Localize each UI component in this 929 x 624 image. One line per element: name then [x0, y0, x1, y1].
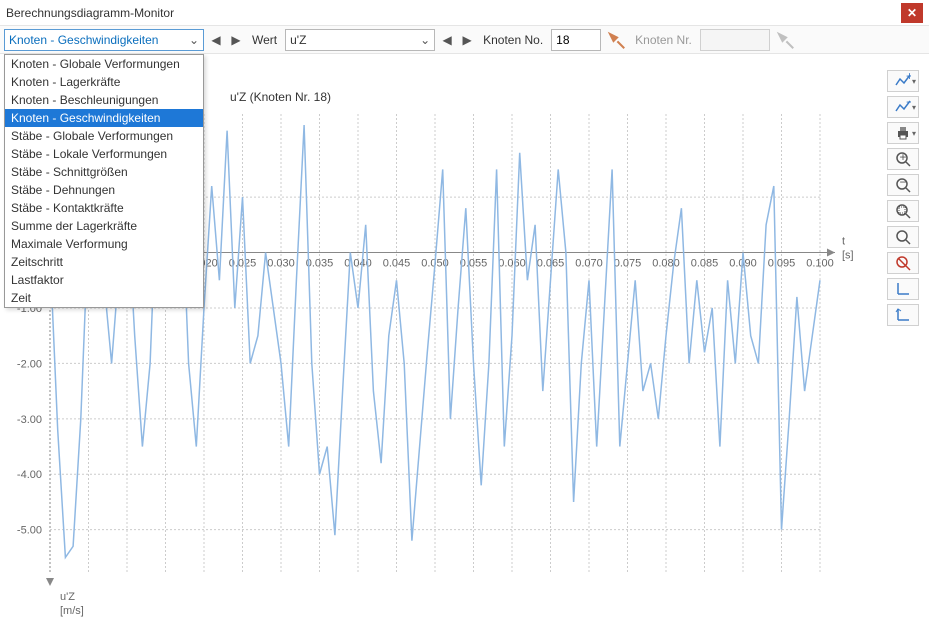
pick-node-button[interactable]: [605, 29, 627, 51]
remove-chart-button[interactable]: −: [887, 96, 919, 118]
svg-text:0.075: 0.075: [614, 258, 642, 270]
dropdown-item[interactable]: Knoten - Lagerkräfte: [5, 73, 203, 91]
dropdown-item[interactable]: Knoten - Beschleunigungen: [5, 91, 203, 109]
dropdown-item[interactable]: Maximale Verformung: [5, 235, 203, 253]
zoom-reset-button[interactable]: [887, 252, 919, 274]
svg-text:0.100: 0.100: [806, 258, 834, 270]
window-title: Berechnungsdiagramm-Monitor: [6, 6, 901, 20]
dropdown-item[interactable]: Summe der Lagerkräfte: [5, 217, 203, 235]
wert-next-button[interactable]: ▶: [459, 29, 475, 51]
svg-text:0.045: 0.045: [383, 258, 411, 270]
svg-text:-2.00: -2.00: [17, 358, 42, 370]
wert-combo[interactable]: u'Z ⌄: [285, 29, 435, 51]
wert-combo-text: u'Z: [290, 33, 306, 47]
svg-text:0.060: 0.060: [498, 258, 526, 270]
svg-text:0.095: 0.095: [768, 258, 796, 270]
svg-text:0.085: 0.085: [691, 258, 719, 270]
title-bar: Berechnungsdiagramm-Monitor ✕: [0, 0, 929, 26]
type-combo-text: Knoten - Geschwindigkeiten: [9, 33, 158, 47]
zoom-fit-button[interactable]: [887, 226, 919, 248]
svg-text:-5.00: -5.00: [17, 525, 42, 537]
knoten-no-input[interactable]: [551, 29, 601, 51]
svg-text:−: −: [900, 177, 907, 189]
add-chart-button[interactable]: +: [887, 70, 919, 92]
svg-text:−: −: [906, 99, 911, 109]
side-toolbar: + − + −: [883, 70, 923, 326]
wert-prev-button[interactable]: ◀: [439, 29, 455, 51]
svg-text:-4.00: -4.00: [17, 469, 42, 481]
dropdown-item[interactable]: Zeit: [5, 289, 203, 307]
dropdown-item[interactable]: Stäbe - Kontaktkräfte: [5, 199, 203, 217]
zoom-in-button[interactable]: +: [887, 148, 919, 170]
type-next-button[interactable]: ▶: [228, 29, 244, 51]
svg-text:+: +: [906, 73, 911, 83]
svg-text:0.030: 0.030: [267, 258, 295, 270]
axes-xy-button[interactable]: [887, 278, 919, 300]
knoten-no-label: Knoten No.: [479, 33, 547, 47]
pick-node-button-disabled: [774, 29, 796, 51]
dropdown-item[interactable]: Stäbe - Dehnungen: [5, 181, 203, 199]
toolbar: Knoten - Geschwindigkeiten ⌄ ◀ ▶ Wert u'…: [0, 26, 929, 54]
dropdown-item[interactable]: Knoten - Geschwindigkeiten: [5, 109, 203, 127]
dropdown-item[interactable]: Stäbe - Globale Verformungen: [5, 127, 203, 145]
zoom-out-button[interactable]: −: [887, 174, 919, 196]
type-combo[interactable]: Knoten - Geschwindigkeiten ⌄: [4, 29, 204, 51]
dropdown-item[interactable]: Zeitschritt: [5, 253, 203, 271]
print-button[interactable]: [887, 122, 919, 144]
dropdown-item[interactable]: Stäbe - Schnittgrößen: [5, 163, 203, 181]
knoten-nr-field: [700, 29, 770, 51]
knoten-nr-label: Knoten Nr.: [631, 33, 696, 47]
svg-text:[s]: [s]: [842, 250, 854, 262]
svg-text:t: t: [842, 236, 845, 248]
type-prev-button[interactable]: ◀: [208, 29, 224, 51]
zoom-window-button[interactable]: [887, 200, 919, 222]
svg-text:0.070: 0.070: [575, 258, 603, 270]
chevron-down-icon: ⌄: [189, 33, 199, 47]
dropdown-item[interactable]: Lastfaktor: [5, 271, 203, 289]
svg-text:0.065: 0.065: [537, 258, 565, 270]
svg-text:0.035: 0.035: [306, 258, 334, 270]
svg-text:u'Z: u'Z: [60, 591, 75, 603]
chevron-down-icon: ⌄: [420, 33, 430, 47]
axes-flip-button[interactable]: [887, 304, 919, 326]
svg-text:-3.00: -3.00: [17, 414, 42, 426]
type-dropdown: Knoten - Globale VerformungenKnoten - La…: [4, 54, 204, 308]
svg-text:[m/s]: [m/s]: [60, 605, 84, 617]
svg-text:+: +: [900, 151, 907, 164]
dropdown-item[interactable]: Stäbe - Lokale Verformungen: [5, 145, 203, 163]
svg-text:0.080: 0.080: [652, 258, 680, 270]
wert-label: Wert: [248, 33, 281, 47]
close-button[interactable]: ✕: [901, 3, 923, 23]
svg-text:0.055: 0.055: [460, 258, 488, 270]
dropdown-item[interactable]: Knoten - Globale Verformungen: [5, 55, 203, 73]
